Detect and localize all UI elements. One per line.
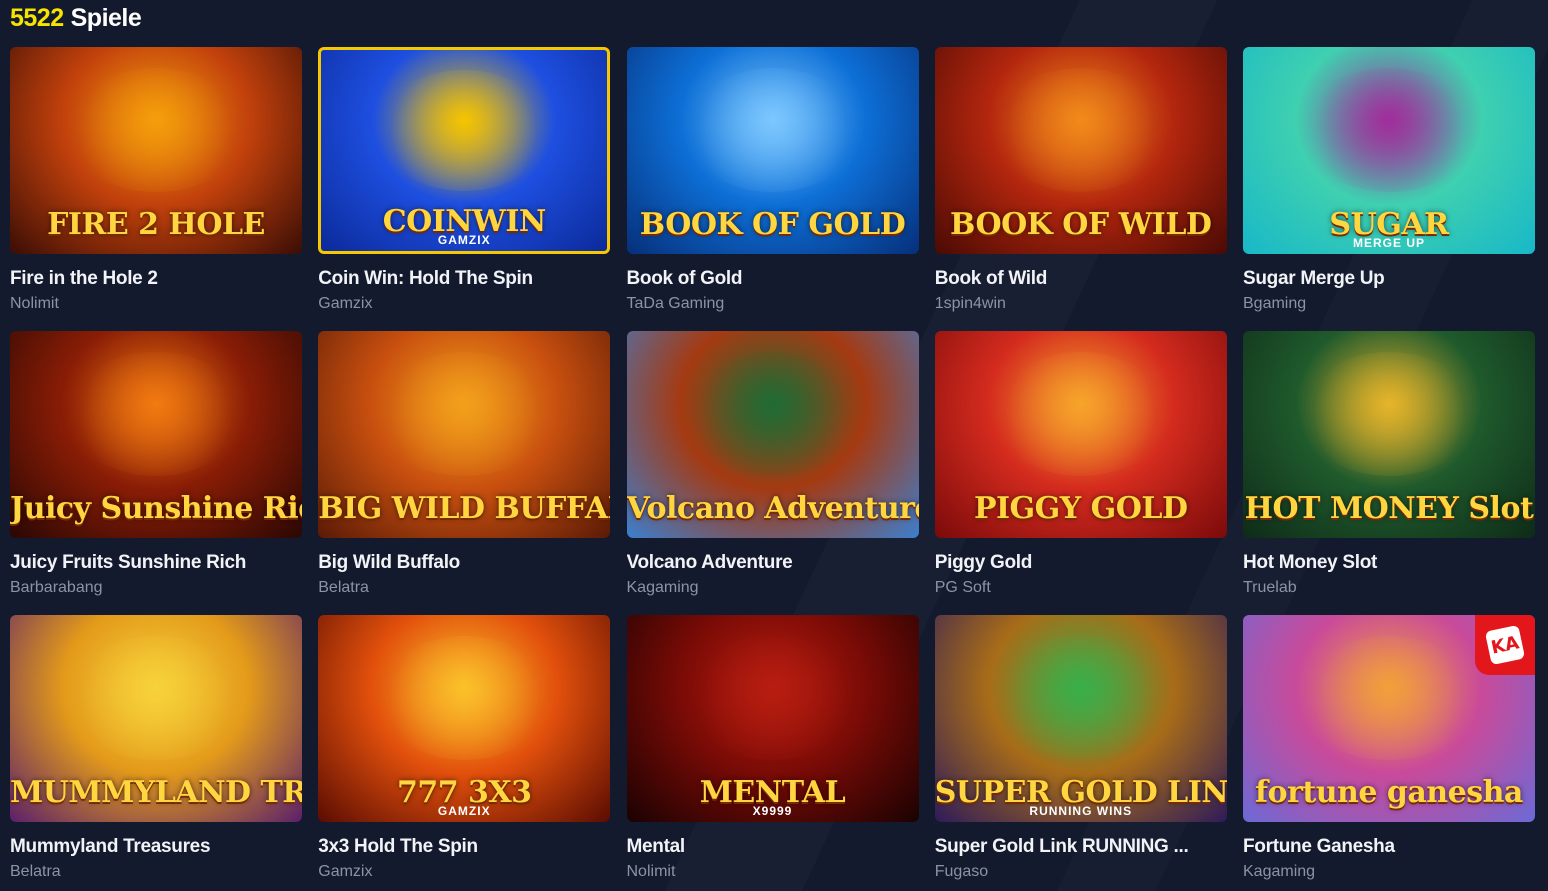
game-artwork-title: BOOK OF GOLD xyxy=(639,206,906,242)
games-label: Spiele xyxy=(70,3,142,32)
game-grid: FIRE 2 HOLE Fire in the Hole 2 Nolimit COIN… xyxy=(10,47,1535,885)
game-provider: Kagaming xyxy=(626,579,699,596)
game-name[interactable]: Piggy Gold xyxy=(935,552,1227,574)
game-thumbnail[interactable]: BIG WILD BUFFALO xyxy=(318,331,611,538)
game-provider: Barbarabang xyxy=(10,579,103,596)
game-thumbnail[interactable]: MUMMYLAND TREASURES xyxy=(10,615,302,822)
artwork-glow xyxy=(1301,67,1477,192)
game-tile[interactable]: SUPER GOLD LINK RUNNING WINS Super Gold Li… xyxy=(934,615,1227,885)
artwork-glow xyxy=(993,67,1169,192)
game-thumbnail[interactable]: FIRE 2 HOLE xyxy=(10,47,302,254)
game-tile[interactable]: MENTAL X9999 Mental Nolimit xyxy=(626,615,919,885)
game-artwork-title: Volcano Adventure xyxy=(626,490,919,526)
game-provider: Truelab xyxy=(1243,579,1297,596)
games-count: 5522 xyxy=(10,3,64,32)
artwork-glow xyxy=(376,351,552,476)
artwork-glow xyxy=(1301,635,1477,760)
game-artwork-subtitle: MERGE UP xyxy=(1352,236,1425,250)
game-thumbnail[interactable]: BOOK OF GOLD xyxy=(626,47,919,254)
game-name[interactable]: Mental xyxy=(627,836,919,858)
game-name[interactable]: Fortune Ganesha xyxy=(1243,836,1535,858)
game-tile[interactable]: 777 3X3 GAMZIX 3x3 Hold The Spin Gamzix xyxy=(318,615,611,885)
game-thumbnail[interactable]: Volcano Adventure xyxy=(626,331,919,538)
artwork-glow xyxy=(68,351,244,476)
game-provider: Belatra xyxy=(10,863,61,880)
dice-icon: KA xyxy=(1484,624,1526,666)
game-thumbnail[interactable]: SUGAR MERGE UP xyxy=(1243,47,1535,254)
game-name[interactable]: Book of Gold xyxy=(627,268,919,290)
game-thumbnail[interactable]: PIGGY GOLD xyxy=(934,331,1227,538)
artwork-glow xyxy=(684,67,861,192)
game-provider: Kagaming xyxy=(1243,863,1316,880)
game-artwork-subtitle: GAMZIX xyxy=(437,233,491,247)
game-name[interactable]: Super Gold Link RUNNING ... xyxy=(935,836,1227,858)
game-name[interactable]: Mummyland Treasures xyxy=(10,836,302,858)
game-name[interactable]: 3x3 Hold The Spin xyxy=(318,836,610,858)
game-artwork-title: BOOK OF WILD xyxy=(950,206,1212,242)
game-artwork-title: FIRE 2 HOLE xyxy=(47,206,265,242)
artwork-glow xyxy=(68,635,244,760)
game-thumbnail[interactable]: 777 3X3 GAMZIX xyxy=(318,615,611,822)
game-artwork-title: fortune ganesha xyxy=(1255,774,1523,810)
game-tile[interactable]: BOOK OF WILD Book of Wild 1spin4win xyxy=(934,47,1227,317)
game-name[interactable]: Volcano Adventure xyxy=(627,552,919,574)
game-artwork-subtitle: GAMZIX xyxy=(437,804,491,818)
game-name[interactable]: Big Wild Buffalo xyxy=(318,552,610,574)
artwork-glow xyxy=(378,70,551,191)
game-tile[interactable]: PIGGY GOLD Piggy Gold PG Soft xyxy=(934,331,1227,601)
game-name[interactable]: Sugar Merge Up xyxy=(1243,268,1535,290)
game-artwork-title: Juicy Sunshine Rich xyxy=(10,490,302,526)
game-provider: Gamzix xyxy=(318,863,373,880)
game-artwork-title: BIG WILD BUFFALO xyxy=(318,490,610,526)
game-provider: Fugaso xyxy=(934,863,989,880)
game-thumbnail[interactable]: HOT MONEY Slot xyxy=(1243,331,1535,538)
game-tile[interactable]: Volcano Adventure Volcano Adventure Kagami… xyxy=(626,331,919,601)
artwork-glow xyxy=(993,635,1169,760)
artwork-glow xyxy=(1301,351,1477,476)
game-tile[interactable]: MUMMYLAND TREASURES Mummyland Treasures Be… xyxy=(10,615,302,885)
game-provider: Gamzix xyxy=(318,295,373,312)
game-thumbnail[interactable]: SUPER GOLD LINK RUNNING WINS xyxy=(934,615,1227,822)
game-name[interactable]: Coin Win: Hold The Spin xyxy=(318,268,610,290)
games-count-heading: 5522 Spiele xyxy=(10,0,142,36)
game-name[interactable]: Hot Money Slot xyxy=(1243,552,1535,574)
game-name[interactable]: Book of Wild xyxy=(935,268,1227,290)
game-provider: Nolimit xyxy=(10,295,59,312)
provider-badge: KA xyxy=(1475,615,1535,675)
game-thumbnail[interactable]: COINWIN GAMZIX xyxy=(318,47,611,254)
game-tile[interactable]: HOT MONEY Slot Hot Money Slot Truelab xyxy=(1243,331,1535,601)
game-provider: Nolimit xyxy=(626,863,676,880)
game-artwork-subtitle: X9999 xyxy=(752,804,793,818)
game-tile[interactable]: fortune ganesha KA Fortune Ganesha Kagaming xyxy=(1243,615,1535,885)
game-provider: Bgaming xyxy=(1243,295,1307,312)
game-thumbnail[interactable]: fortune ganesha KA xyxy=(1243,615,1535,822)
game-tile[interactable]: Juicy Sunshine Rich Juicy Fruits Sunshine… xyxy=(10,331,302,601)
game-artwork-title: PIGGY GOLD xyxy=(973,490,1188,526)
game-thumbnail[interactable]: MENTAL X9999 xyxy=(626,615,919,822)
artwork-glow xyxy=(376,635,552,760)
game-provider: TaDa Gaming xyxy=(626,295,725,312)
artwork-glow xyxy=(684,351,861,476)
game-tile[interactable]: FIRE 2 HOLE Fire in the Hole 2 Nolimit xyxy=(10,47,302,317)
game-thumbnail[interactable]: BOOK OF WILD xyxy=(934,47,1227,254)
game-tile[interactable]: BIG WILD BUFFALO Big Wild Buffalo Belatra xyxy=(318,331,611,601)
game-artwork-title: HOT MONEY Slot xyxy=(1244,490,1534,526)
artwork-glow xyxy=(68,67,244,192)
game-thumbnail[interactable]: Juicy Sunshine Rich xyxy=(10,331,302,538)
game-tile[interactable]: SUGAR MERGE UP Sugar Merge Up Bgaming xyxy=(1243,47,1535,317)
game-provider: PG Soft xyxy=(934,579,991,596)
artwork-glow xyxy=(684,635,861,760)
game-artwork-subtitle: RUNNING WINS xyxy=(1029,804,1133,818)
game-name[interactable]: Juicy Fruits Sunshine Rich xyxy=(10,552,302,574)
game-tile[interactable]: COINWIN GAMZIX Coin Win: Hold The Spin Gamz… xyxy=(318,47,611,317)
game-tile[interactable]: BOOK OF GOLD Book of Gold TaDa Gaming xyxy=(626,47,919,317)
artwork-glow xyxy=(993,351,1169,476)
game-provider: 1spin4win xyxy=(934,295,1006,312)
game-artwork-title: MUMMYLAND TREASURES xyxy=(10,774,302,810)
game-provider: Belatra xyxy=(318,579,369,596)
game-name[interactable]: Fire in the Hole 2 xyxy=(10,268,302,290)
